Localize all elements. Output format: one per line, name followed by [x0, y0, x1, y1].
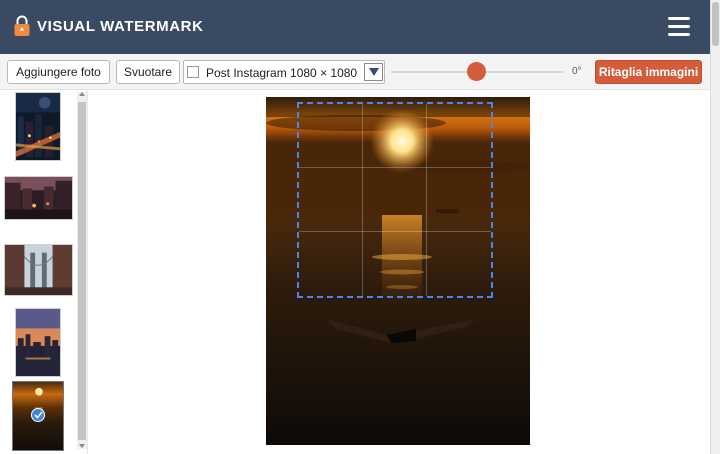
rotation-slider-handle[interactable] — [467, 62, 486, 81]
scroll-down-icon[interactable] — [79, 444, 85, 448]
thumbnail-skyline-sunset[interactable] — [15, 308, 61, 377]
selected-check-icon — [31, 408, 45, 422]
sidebar-scrollbar[interactable] — [77, 92, 87, 449]
crop-grid-line — [299, 230, 491, 232]
add-photos-button[interactable]: Aggiungere foto — [7, 60, 110, 84]
thumbnail-manhattan-bridge[interactable] — [4, 244, 73, 296]
brand-title: VISUAL WATERMARK — [37, 18, 204, 35]
app-header: VISUAL WATERMARK — [0, 0, 710, 54]
preset-checkbox[interactable] — [187, 66, 199, 78]
page-scrollbar[interactable] — [710, 0, 720, 454]
lock-icon — [13, 15, 31, 37]
page-scrollbar-thumb[interactable] — [712, 2, 719, 46]
hamburger-menu-icon[interactable] — [668, 17, 690, 37]
crop-images-button[interactable]: Ritaglia immagini — [595, 60, 702, 84]
scroll-up-icon[interactable] — [79, 92, 85, 96]
sidebar-scrollbar-thumb[interactable] — [78, 102, 86, 440]
chevron-down-icon[interactable] — [364, 63, 383, 81]
crop-preset-select[interactable]: Post Instagram 1080 × 1080 — [183, 60, 385, 84]
crop-selection-box[interactable] — [297, 102, 493, 298]
rotation-angle-label: 0° — [572, 66, 582, 77]
crop-grid-line — [425, 104, 427, 296]
clear-button[interactable]: Svuotare — [116, 60, 180, 84]
crop-grid-line — [299, 167, 491, 169]
crop-grid-line — [362, 104, 364, 296]
thumbnail-street-dusk[interactable] — [4, 176, 73, 220]
crop-preset-value: Post Instagram 1080 × 1080 — [206, 66, 358, 80]
thumbnail-city-night[interactable] — [15, 92, 61, 161]
